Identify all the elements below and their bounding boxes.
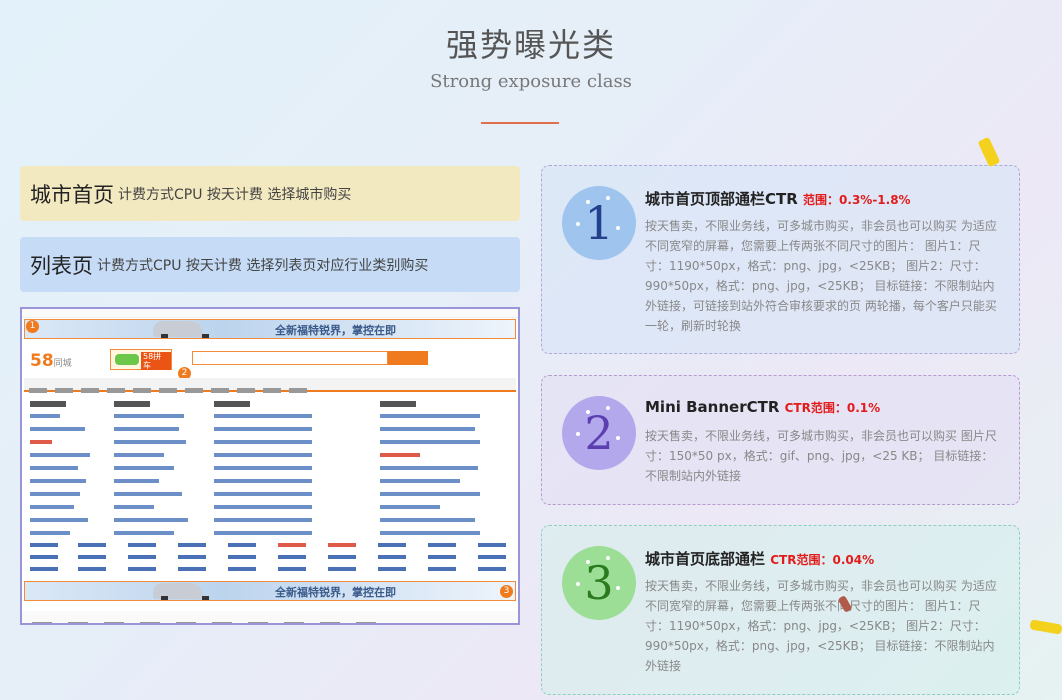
number-badge: 3 (562, 546, 636, 620)
ad-card-bottom-banner: 3 城市首页底部通栏 CTR范围：0.04% 按天售卖，不限业务线，可多城市购买… (541, 525, 1020, 695)
site-logo: 58同城 (30, 351, 72, 371)
car-icon (115, 354, 139, 365)
search-box (192, 351, 388, 365)
number-badge: 1 (562, 186, 636, 260)
ctr-range: 范围：0.3%-1.8% (803, 193, 911, 207)
tag-description: 计费方式CPU 按天计费 选择城市购买 (118, 186, 352, 203)
car-image (153, 583, 209, 600)
card-title: 城市首页底部通栏 CTR范围：0.04% (645, 550, 875, 568)
banner-text: 全新福特锐界，掌控在即 (275, 324, 396, 337)
number-badge: 2 (562, 396, 636, 470)
card-description: 按天售卖，不限业务线，可多城市购买，非会员也可以购买 为适应不同宽窄的屏幕，您需… (645, 219, 997, 333)
ad-card-top-banner: 1 城市首页顶部通栏CTR 范围：0.3%-1.8% 按天售卖，不限业务线，可多… (541, 165, 1020, 354)
page-subtitle: Strong exposure class (430, 71, 632, 92)
tag-list-page: 列表页 计费方式CPU 按天计费 选择列表页对应行业类别购买 (20, 237, 520, 292)
site-screenshot-preview: 全新福特锐界，掌控在即 1 58同城 58拼车 2 全新福特锐界，掌控在即 3 (20, 307, 520, 625)
card-description: 按天售卖，不限业务线，可多城市购买，非会员也可以购买 图片尺寸：150*50 p… (645, 429, 997, 483)
ctr-range: CTR范围：0.04% (770, 553, 875, 567)
tag-title: 列表页 (30, 253, 93, 278)
category-nav (24, 378, 516, 393)
bottom-banner-ad: 全新福特锐界，掌控在即 (24, 581, 516, 601)
marker-3: 3 (500, 585, 513, 598)
search-button (388, 351, 428, 365)
confetti-decoration (977, 136, 1001, 168)
marker-1: 1 (26, 320, 39, 333)
screenshot-topbar (22, 309, 518, 318)
card-title: Mini BannerCTR CTR范围：0.1% (645, 398, 881, 416)
banner-text: 全新福特锐界，掌控在即 (275, 586, 396, 599)
top-banner-ad: 全新福特锐界，掌控在即 (24, 319, 516, 339)
card-title: 城市首页顶部通栏CTR 范围：0.3%-1.8% (645, 190, 911, 208)
confetti-decoration (1029, 619, 1062, 635)
car-image (153, 321, 209, 338)
card-description: 按天售卖，不限业务线，可多城市购买，非会员也可以购买 为适应不同宽窄的屏幕，您需… (645, 579, 997, 673)
mini-banner-ad: 58拼车 (110, 349, 172, 370)
title-divider (481, 122, 559, 124)
tag-city-homepage: 城市首页 计费方式CPU 按天计费 选择城市购买 (20, 166, 520, 221)
tag-description: 计费方式CPU 按天计费 选择列表页对应行业类别购买 (97, 257, 429, 274)
mini-banner-text: 58拼车 (141, 352, 171, 370)
screenshot-footer (22, 611, 518, 623)
tag-title: 城市首页 (30, 182, 114, 207)
ctr-range: CTR范围：0.1% (784, 401, 881, 415)
ad-card-mini-banner: 2 Mini BannerCTR CTR范围：0.1% 按天售卖，不限业务线，可… (541, 375, 1020, 505)
content-column (380, 401, 492, 544)
page-title: 强势曝光类 (445, 26, 616, 64)
link-grid (30, 541, 508, 575)
content-column (114, 401, 226, 544)
content-column (214, 401, 326, 544)
